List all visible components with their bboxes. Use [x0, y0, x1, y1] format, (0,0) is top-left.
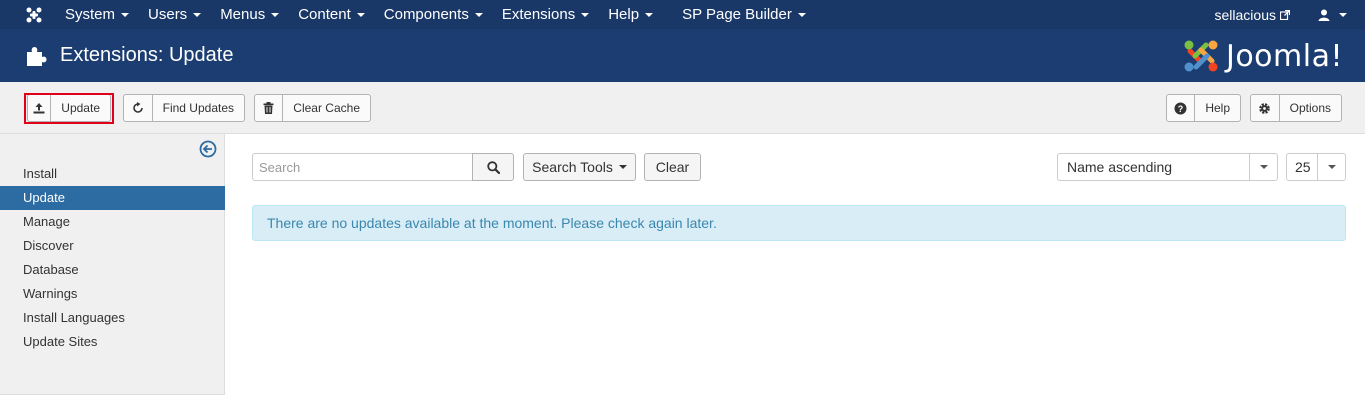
ordering-value: Name ascending: [1067, 159, 1173, 175]
toolbar: Update Find Updates Clear Cache ? Help O…: [0, 82, 1365, 134]
caret-down-icon: [581, 12, 590, 17]
options-button[interactable]: Options: [1250, 94, 1342, 122]
sidebar-item-database[interactable]: Database: [0, 258, 225, 282]
svg-text:?: ?: [1178, 104, 1184, 114]
search-tools-label: Search Tools: [532, 159, 613, 175]
clear-label: Clear: [655, 159, 690, 175]
help-label: Help: [1205, 101, 1230, 115]
joomla-logo-icon[interactable]: [20, 0, 48, 29]
caret-down-icon: [356, 12, 365, 17]
menu-label: Components: [383, 6, 469, 23]
chevron-down-icon: [1317, 154, 1345, 180]
sidebar-item-update-sites[interactable]: Update Sites: [0, 330, 225, 354]
find-updates-button[interactable]: Find Updates: [123, 94, 245, 122]
clear-cache-label: Clear Cache: [293, 101, 360, 115]
external-link-icon: [1280, 9, 1290, 20]
sidebar-item-update[interactable]: Update: [0, 186, 225, 210]
menu-components[interactable]: Components: [377, 0, 490, 29]
joomla-brand-logo-icon: [1184, 40, 1218, 72]
caret-down-icon: [121, 12, 130, 17]
info-message: There are no updates available at the mo…: [267, 215, 717, 231]
menu-label: Content: [298, 6, 351, 23]
find-updates-label: Find Updates: [162, 101, 234, 115]
clear-cache-button[interactable]: Clear Cache: [254, 94, 371, 122]
upload-icon: [28, 95, 52, 121]
caret-down-icon: [193, 12, 202, 17]
menu-content[interactable]: Content: [291, 0, 372, 29]
menu-sp-page-builder[interactable]: SP Page Builder: [675, 0, 813, 29]
collapse-sidebar-icon[interactable]: [199, 140, 217, 158]
menu-system[interactable]: System: [58, 0, 136, 29]
search-input[interactable]: [252, 153, 472, 181]
limit-value: 25: [1295, 159, 1311, 175]
menu-label: System: [65, 6, 116, 23]
sidebar: Install Update Manage Discover Database …: [0, 134, 225, 395]
menu-label: Help: [608, 6, 640, 23]
refresh-icon: [124, 95, 153, 121]
search-icon: [486, 160, 500, 174]
caret-down-icon: [474, 12, 483, 17]
menu-users[interactable]: Users: [141, 0, 208, 29]
brand-text: Joomla!: [1225, 38, 1343, 74]
update-label: Update: [61, 101, 100, 115]
sidebar-menu: Install Update Manage Discover Database …: [0, 162, 225, 354]
menu-label: Menus: [220, 6, 266, 23]
sidebar-item-install-languages[interactable]: Install Languages: [0, 306, 225, 330]
clear-button[interactable]: Clear: [644, 153, 701, 181]
menu-help[interactable]: Help: [601, 0, 660, 29]
menu-label: Users: [148, 6, 188, 23]
caret-down-icon: [1339, 12, 1347, 17]
search-group: [252, 153, 514, 181]
sidebar-item-manage[interactable]: Manage: [0, 210, 225, 234]
sidebar-item-install[interactable]: Install: [0, 162, 225, 186]
main-menu: System Users Menus Content Components Ex…: [58, 0, 818, 29]
menu-label: Extensions: [501, 6, 576, 23]
ordering-select[interactable]: Name ascending: [1057, 153, 1278, 181]
top-navbar: System Users Menus Content Components Ex…: [0, 0, 1365, 29]
sidebar-item-discover[interactable]: Discover: [0, 234, 225, 258]
page-title: Extensions: Update: [60, 44, 234, 66]
info-alert: There are no updates available at the mo…: [252, 205, 1346, 241]
user-icon: [1318, 9, 1330, 21]
search-tools-button[interactable]: Search Tools: [523, 153, 636, 181]
puzzle-piece-icon: [27, 46, 47, 66]
page-header: Extensions: Update Joomla!: [0, 29, 1365, 82]
trash-icon: [255, 95, 284, 121]
limit-select[interactable]: 25: [1286, 153, 1346, 181]
update-button[interactable]: Update: [27, 94, 111, 122]
caret-down-icon: [797, 12, 806, 17]
site-link[interactable]: sellacious: [1215, 7, 1290, 23]
caret-down-icon: [645, 12, 654, 17]
search-button[interactable]: [472, 153, 514, 181]
menu-extensions[interactable]: Extensions: [495, 0, 596, 29]
joomla-brand: Joomla!: [1182, 37, 1343, 75]
user-menu[interactable]: [1318, 9, 1347, 21]
sidebar-item-warnings[interactable]: Warnings: [0, 282, 225, 306]
help-button[interactable]: ? Help: [1166, 94, 1241, 122]
options-label: Options: [1289, 101, 1331, 115]
gear-icon: [1251, 95, 1280, 121]
question-circle-icon: ?: [1167, 95, 1196, 121]
caret-down-icon: [271, 12, 280, 17]
chevron-down-icon: [1249, 154, 1277, 180]
site-link-label: sellacious: [1214, 6, 1276, 23]
caret-down-icon: [618, 165, 627, 169]
menu-label: SP Page Builder: [682, 6, 792, 23]
menu-menus[interactable]: Menus: [213, 0, 286, 29]
